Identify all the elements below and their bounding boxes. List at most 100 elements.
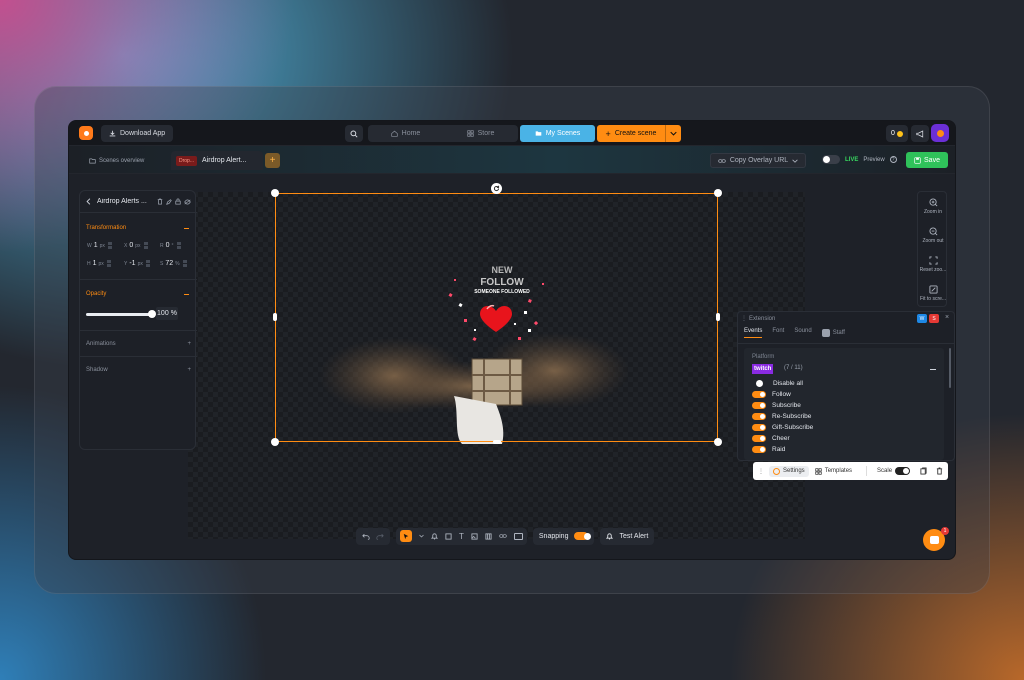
event-row-follow[interactable]: Follow — [752, 389, 791, 399]
gift-subscribe-toggle[interactable] — [752, 423, 766, 431]
event-row-raid[interactable]: Raid — [752, 444, 785, 454]
download-app-button[interactable]: Download App — [101, 125, 174, 142]
event-row-cheer[interactable]: Cheer — [752, 433, 790, 443]
event-row-resubscribe[interactable]: Re-Subscribe — [752, 411, 811, 421]
disable-all-radio[interactable] — [756, 379, 763, 387]
resize-handle-bottom-right[interactable] — [714, 438, 722, 446]
copy-overlay-url-button[interactable]: Copy Overlay URL — [710, 153, 806, 168]
follow-toggle[interactable] — [752, 390, 766, 398]
resize-handle-bottom-left[interactable] — [271, 438, 279, 446]
width-field[interactable]: W 1 px — [87, 240, 112, 251]
templates-button[interactable]: Templates — [815, 467, 852, 475]
reset-zoom-button[interactable]: Reset zoo... — [918, 250, 948, 278]
resize-handle-left[interactable] — [273, 313, 277, 321]
video-tool-icon[interactable] — [485, 532, 492, 540]
nav-store[interactable]: Store — [443, 125, 518, 142]
live-preview-toggle[interactable] — [822, 155, 840, 164]
raid-toggle[interactable] — [752, 445, 766, 453]
rotate-handle[interactable] — [491, 183, 502, 194]
zoom-in-button[interactable]: Zoom in — [918, 192, 948, 220]
duplicate-icon[interactable] — [920, 467, 927, 475]
app-logo[interactable] — [79, 126, 93, 140]
event-row-gift-subscribe[interactable]: Gift-Subscribe — [752, 422, 813, 432]
extension-scrollbar[interactable] — [949, 348, 951, 388]
event-row-subscribe[interactable]: Subscribe — [752, 400, 801, 410]
create-scene-dropdown[interactable] — [665, 125, 681, 142]
support-chat-button[interactable]: 1 — [923, 527, 949, 551]
x-stepper[interactable] — [143, 242, 148, 249]
x-field[interactable]: X 0 px — [124, 240, 148, 251]
tab-sound[interactable]: Sound — [794, 328, 811, 338]
subscribe-toggle[interactable] — [752, 401, 766, 409]
tab-staff[interactable]: Staff — [821, 328, 845, 338]
height-field[interactable]: H 1 px — [87, 258, 111, 269]
collapse-opacity-icon[interactable] — [184, 294, 189, 295]
select-tool-icon[interactable] — [400, 530, 412, 542]
width-stepper[interactable] — [107, 242, 112, 249]
rotation-field[interactable]: R 0 ° — [160, 240, 181, 251]
trash-icon[interactable] — [157, 198, 163, 205]
disable-all-row[interactable]: Disable all — [752, 378, 803, 388]
y-stepper[interactable] — [145, 260, 150, 267]
edit-icon[interactable] — [166, 198, 172, 205]
drag-handle-icon[interactable]: ⋮ — [741, 315, 747, 322]
collapse-transformation-icon[interactable] — [184, 228, 189, 229]
coin-count: 0 — [891, 130, 895, 137]
redo-icon[interactable] — [376, 533, 384, 540]
help-icon[interactable]: ? — [889, 156, 897, 163]
back-icon[interactable] — [86, 198, 91, 205]
rectangle-tool-icon[interactable] — [445, 532, 452, 540]
opacity-slider[interactable] — [86, 313, 150, 316]
chevron-down-icon[interactable] — [419, 534, 424, 538]
tab-events[interactable]: Events — [744, 328, 763, 338]
zoom-out-button[interactable]: Zoom out — [918, 221, 948, 249]
close-icon[interactable]: × — [945, 314, 949, 321]
y-field[interactable]: Y -1 px — [124, 258, 150, 269]
height-stepper[interactable] — [106, 260, 111, 267]
snapping-control[interactable]: Snapping — [532, 527, 595, 545]
snapping-toggle[interactable] — [574, 532, 592, 540]
settings-button[interactable]: Settings — [769, 465, 809, 477]
undo-icon[interactable] — [362, 533, 370, 540]
bell-tool-icon[interactable] — [431, 532, 438, 540]
scale-toggle[interactable] — [895, 467, 911, 475]
test-alert-button[interactable]: Test Alert — [600, 527, 655, 545]
opacity-input[interactable]: 100 % — [156, 307, 178, 320]
nav-home[interactable]: Home — [368, 125, 443, 142]
collapse-platform-icon[interactable] — [930, 369, 936, 370]
selection-box[interactable] — [275, 193, 718, 442]
lock-icon[interactable] — [175, 198, 181, 205]
fit-to-screen-button[interactable]: Fit to scre... — [918, 279, 948, 307]
add-tab-button[interactable]: + — [265, 153, 280, 168]
tab-airdrop-alerts[interactable]: Drop... Airdrop Alert... — [171, 151, 263, 170]
gif-tool-icon[interactable] — [513, 532, 523, 540]
hide-icon[interactable] — [184, 199, 191, 205]
coin-balance[interactable]: 0 — [886, 125, 908, 142]
scale-stepper[interactable] — [182, 260, 187, 267]
search-button[interactable] — [345, 125, 363, 142]
tab-scenes-overview[interactable]: Scenes overview — [89, 154, 144, 168]
save-button[interactable]: Save — [906, 152, 948, 168]
image-tool-icon[interactable] — [471, 532, 478, 540]
rotation-stepper[interactable] — [176, 242, 181, 249]
opacity-slider-handle[interactable] — [148, 310, 156, 318]
user-avatar[interactable] — [931, 124, 949, 142]
trash-icon[interactable] — [936, 467, 943, 475]
create-scene-button[interactable]: + Create scene — [597, 125, 681, 142]
link-tool-icon[interactable] — [499, 533, 507, 539]
resize-handle-right[interactable] — [716, 313, 720, 321]
announcements-button[interactable] — [911, 125, 929, 142]
animations-section[interactable]: Animations + — [80, 330, 197, 356]
resubscribe-toggle[interactable] — [752, 412, 766, 420]
tab-font[interactable]: Font — [772, 328, 784, 338]
resize-handle-top-left[interactable] — [271, 189, 279, 197]
resize-handle-bottom[interactable] — [493, 440, 501, 444]
resize-handle-top-right[interactable] — [714, 189, 722, 197]
create-scene-main[interactable]: + Create scene — [597, 129, 665, 139]
my-scenes-button[interactable]: My Scenes — [520, 125, 595, 142]
text-tool-icon[interactable]: T — [459, 532, 464, 541]
shadow-section[interactable]: Shadow + — [80, 356, 197, 382]
scale-field[interactable]: S 72 % — [160, 258, 187, 269]
cheer-toggle[interactable] — [752, 434, 766, 442]
drag-handle-icon[interactable]: ⋮ — [758, 468, 764, 475]
